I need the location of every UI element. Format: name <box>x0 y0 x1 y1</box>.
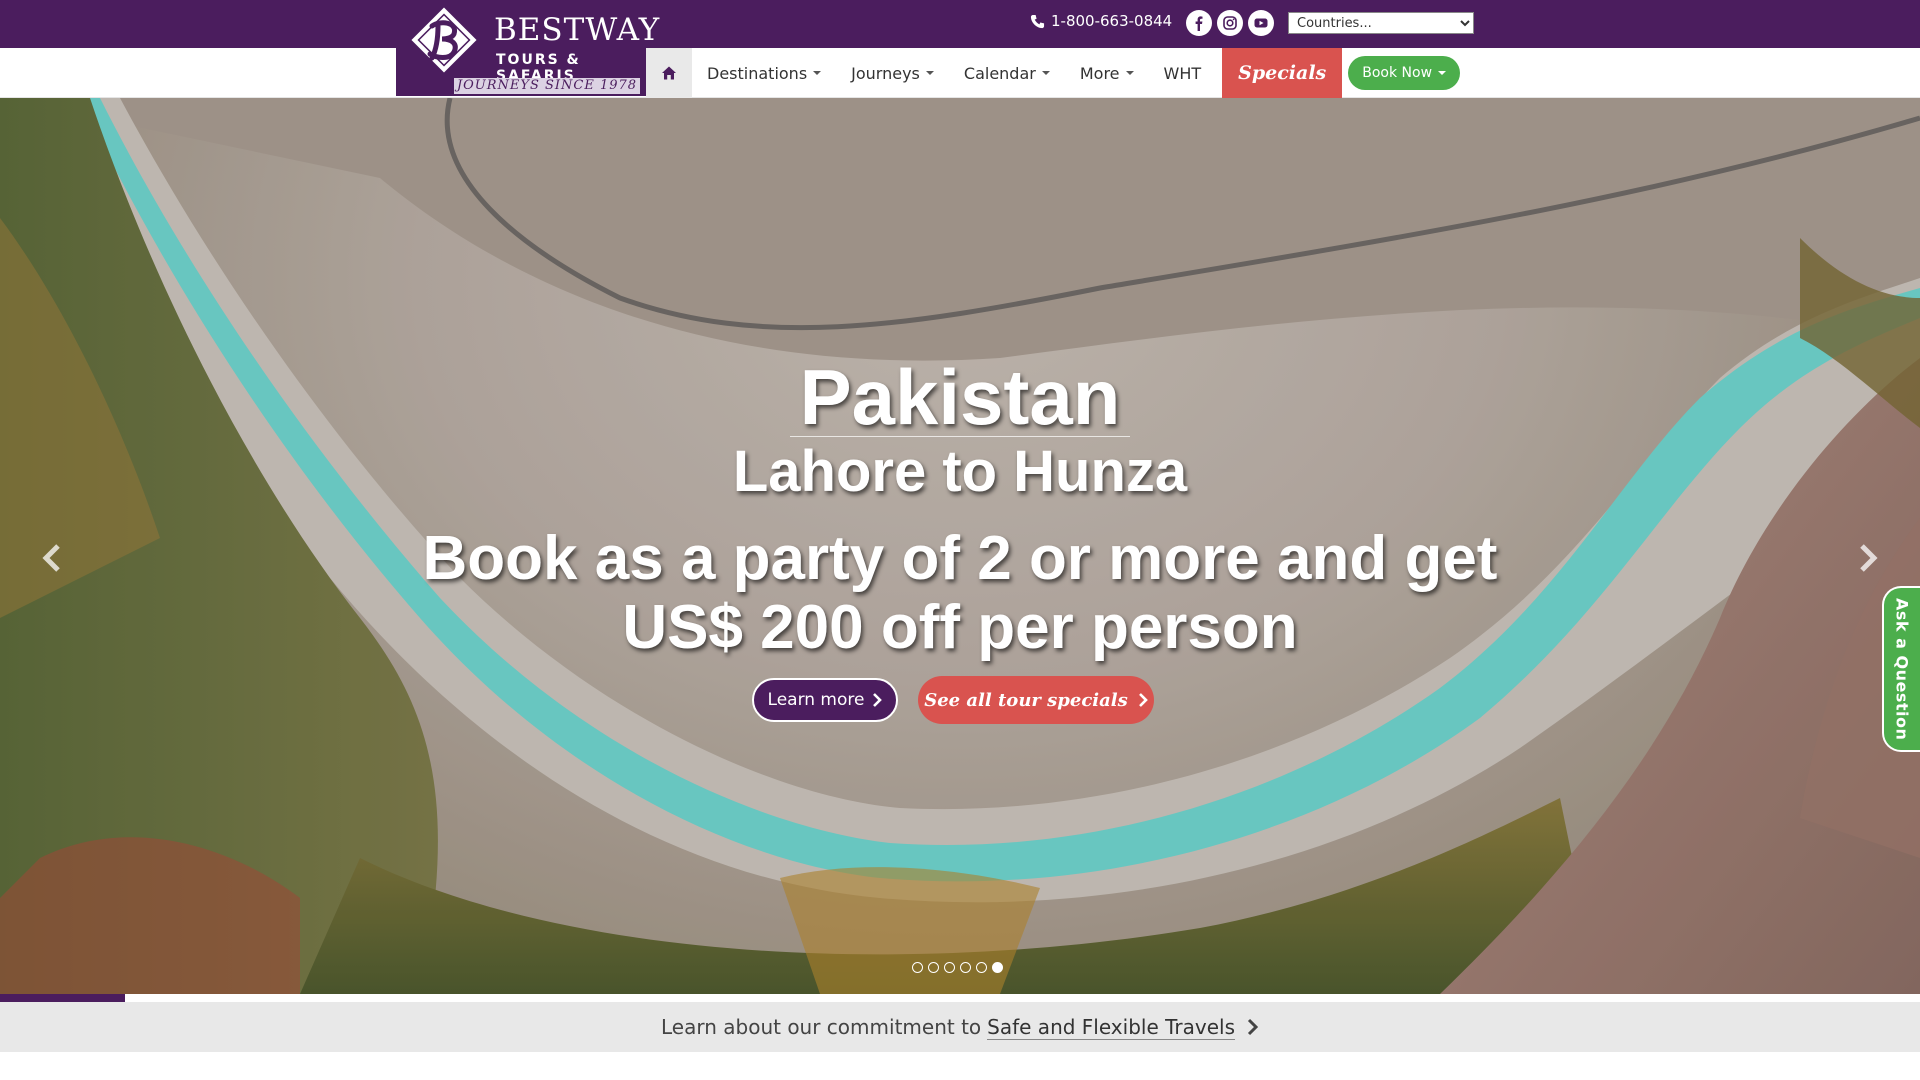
nav-more[interactable]: More <box>1065 48 1149 98</box>
instagram-icon[interactable] <box>1217 10 1243 36</box>
caret-down-icon <box>1125 71 1134 75</box>
facebook-icon[interactable] <box>1186 10 1212 36</box>
carousel-next-arrow-icon[interactable] <box>1852 538 1882 578</box>
logo-brand: BESTWAY <box>494 12 661 48</box>
slide-progress-bar <box>0 994 1920 1002</box>
hero-subtitle: Lahore to Hunza <box>732 439 1188 504</box>
carousel-indicators <box>912 962 1003 973</box>
chevron-right-icon <box>873 693 883 707</box>
main-nav: Destinations Journeys Calendar More WHT … <box>0 48 1920 98</box>
nav-label: More <box>1079 63 1120 83</box>
caret-down-icon <box>1438 71 1447 75</box>
slide-progress-fill <box>0 994 125 1002</box>
home-icon <box>662 66 676 80</box>
carousel-dot[interactable] <box>976 962 987 973</box>
nav-calendar[interactable]: Calendar <box>949 48 1065 98</box>
safe-travels-bar: Learn about our commitment to Safe and F… <box>0 1002 1920 1052</box>
carousel-dot[interactable] <box>912 962 923 973</box>
chevron-right-icon <box>1247 1018 1259 1036</box>
nav-wht[interactable]: WHT <box>1149 48 1217 98</box>
logo-emblem-icon <box>411 7 477 73</box>
phone-icon <box>1030 14 1045 28</box>
youtube-icon[interactable] <box>1248 10 1274 36</box>
hero-carousel: Pakistan Lahore to Hunza Book as a party… <box>0 98 1920 994</box>
carousel-dot[interactable] <box>960 962 971 973</box>
caret-down-icon <box>813 71 822 75</box>
info-prefix: Learn about our commitment to <box>661 1015 982 1039</box>
nav-label: Journeys <box>851 63 920 83</box>
chevron-right-icon <box>1138 693 1148 707</box>
bestway-logo[interactable]: BESTWAY TOURS & SAFARIS JOURNEYS SINCE 1… <box>396 0 659 96</box>
nav-destinations[interactable]: Destinations <box>692 48 836 98</box>
learn-more-button[interactable]: Learn more <box>752 678 898 722</box>
safe-flexible-travels-link[interactable]: Safe and Flexible Travels <box>987 1015 1235 1040</box>
hero-offer-line2: US$ 200 off per person <box>622 593 1298 662</box>
carousel-dot[interactable] <box>944 962 955 973</box>
countries-select[interactable]: Countries... <box>1288 12 1474 34</box>
phone-number: 1-800-663-0844 <box>1051 12 1173 30</box>
caret-down-icon <box>925 71 934 75</box>
learn-more-label: Learn more <box>767 690 865 710</box>
logo-tagline: JOURNEYS SINCE 1978 <box>454 78 640 94</box>
nav-label: Destinations <box>707 63 808 83</box>
phone-link[interactable]: 1-800-663-0844 <box>1030 12 1172 30</box>
carousel-prev-arrow-icon[interactable] <box>38 538 68 578</box>
hero-title: Pakistan <box>799 353 1121 441</box>
nav-label: Calendar <box>963 63 1036 83</box>
nav-journeys[interactable]: Journeys <box>836 48 949 98</box>
nav-label: WHT <box>1163 63 1202 83</box>
book-now-button[interactable]: Book Now <box>1348 56 1461 90</box>
top-bar: 1-800-663-0844 Countries... <box>0 0 1920 48</box>
hero-divider <box>790 436 1130 437</box>
specials-tab[interactable]: Specials <box>1222 48 1343 98</box>
see-specials-label: See all tour specials <box>924 689 1128 711</box>
carousel-dot[interactable] <box>992 962 1003 973</box>
ask-a-question-tab[interactable]: Ask a Question <box>1882 586 1920 752</box>
see-all-specials-button[interactable]: See all tour specials <box>918 676 1154 724</box>
book-now-label: Book Now <box>1362 65 1433 81</box>
nav-items: Destinations Journeys Calendar More WHT … <box>646 48 1461 98</box>
social-links <box>1186 10 1274 36</box>
caret-down-icon <box>1041 71 1050 75</box>
carousel-dot[interactable] <box>928 962 939 973</box>
hero-offer-line1: Book as a party of 2 or more and get <box>422 524 1498 593</box>
home-button[interactable] <box>646 48 692 98</box>
